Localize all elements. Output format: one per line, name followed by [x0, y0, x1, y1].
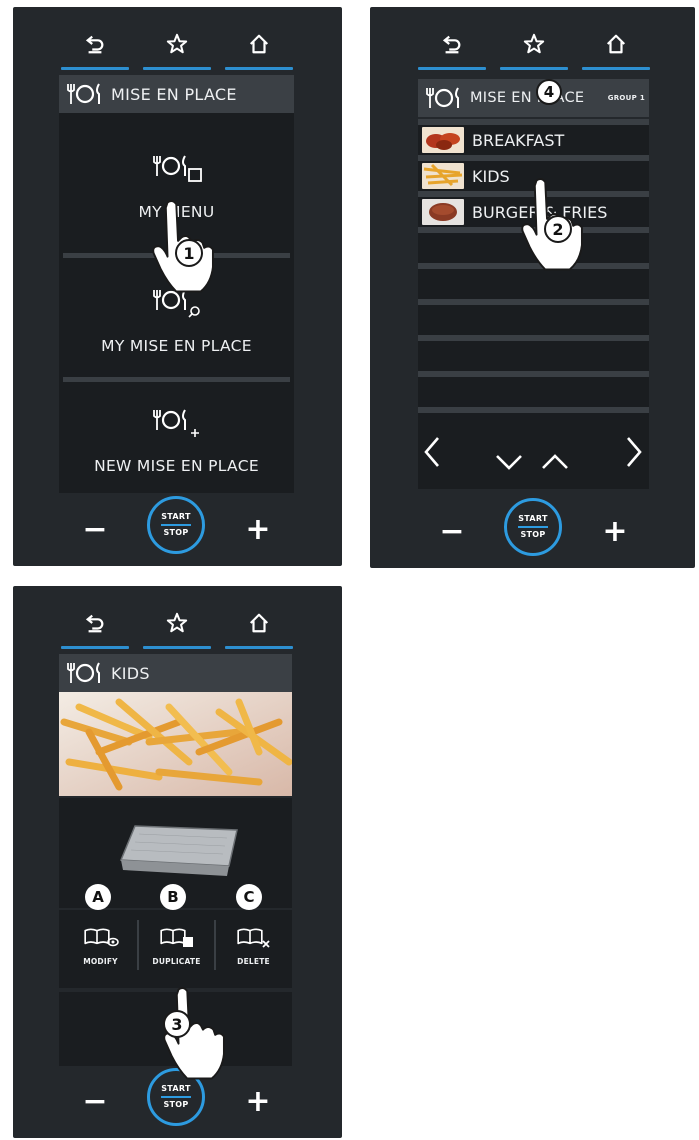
star-icon — [523, 33, 545, 55]
group-label: GROUP 1 — [607, 94, 645, 102]
fries-image — [59, 692, 292, 796]
plate-cutlery-icon — [65, 658, 105, 688]
screen-mise-en-place-menu: MISE EN PLACE MY MENU MY MISE EN PLACE N… — [13, 7, 342, 566]
add-mise-icon — [152, 408, 199, 437]
back-arrow-icon — [441, 33, 463, 55]
modify-button[interactable]: MODIFY — [63, 910, 138, 982]
start-stop-divider — [161, 1096, 191, 1098]
star-icon — [166, 33, 188, 55]
list-item-label: BREAKFAST — [472, 130, 565, 150]
back-button[interactable] — [61, 600, 129, 649]
home-button[interactable] — [225, 600, 293, 649]
step-badge: 1 — [175, 239, 203, 267]
plus-button[interactable]: + — [238, 509, 278, 549]
minus-button[interactable]: − — [75, 1081, 115, 1121]
list-separator — [418, 335, 649, 341]
home-button[interactable] — [225, 21, 293, 70]
screen-mise-en-place-list: MISE EN PLACE GROUP 1 BREAKFAST KIDS BUR… — [370, 7, 695, 568]
favorites-button[interactable] — [143, 21, 211, 70]
home-icon — [248, 33, 270, 55]
list-item[interactable]: BREAKFAST — [418, 125, 649, 155]
action-label: DELETE — [237, 956, 270, 966]
previous-page-arrow-icon[interactable] — [422, 435, 442, 469]
screen-kids-detail: KIDS A B C MODIFY DUPLICATE DELETE − STA… — [13, 586, 342, 1138]
list-item-label: KIDS — [472, 166, 510, 186]
plate-cutlery-icon — [424, 83, 464, 113]
book-copy-icon — [159, 927, 193, 947]
start-stop-button[interactable]: START STOP — [504, 498, 562, 556]
home-button[interactable] — [582, 21, 650, 70]
plus-button[interactable]: + — [595, 511, 635, 551]
scroll-up-arrow-icon[interactable] — [540, 453, 570, 471]
bottom-controls: − START STOP + — [13, 491, 342, 566]
back-button[interactable] — [418, 21, 486, 70]
step-badge: 2 — [544, 215, 572, 243]
menu-panel: MY MENU MY MISE EN PLACE NEW MISE EN PLA… — [59, 113, 294, 493]
start-stop-divider — [518, 526, 548, 528]
start-label: START — [161, 512, 191, 521]
start-label: START — [161, 1084, 191, 1093]
minus-button[interactable]: − — [432, 511, 472, 551]
action-label: MODIFY — [83, 956, 118, 966]
stop-label: STOP — [163, 1100, 189, 1109]
menu-book-icon — [152, 154, 202, 182]
fries-thumb — [422, 163, 464, 189]
book-delete-icon — [236, 927, 270, 948]
step-badge: 3 — [163, 1010, 191, 1038]
stop-label: STOP — [520, 530, 546, 539]
start-label: START — [518, 514, 548, 523]
plus-button[interactable]: + — [238, 1081, 278, 1121]
stop-label: STOP — [163, 528, 189, 537]
divider — [63, 377, 290, 382]
back-arrow-icon — [84, 612, 106, 634]
page-title: MISE EN PLACE — [111, 84, 237, 104]
callout-letter: A — [85, 884, 111, 910]
breakfast-thumb — [422, 127, 464, 153]
list-separator — [418, 371, 649, 377]
list-separator — [418, 407, 649, 413]
plate-cutlery-icon — [65, 79, 105, 109]
next-page-arrow-icon[interactable] — [624, 435, 644, 469]
start-stop-button[interactable]: START STOP — [147, 496, 205, 554]
duplicate-button[interactable]: DUPLICATE — [139, 910, 214, 982]
scroll-down-arrow-icon[interactable] — [494, 453, 524, 471]
menu-item-new-mise-en-place[interactable]: NEW MISE EN PLACE — [59, 401, 294, 475]
callout-letter: C — [236, 884, 262, 910]
start-stop-divider — [161, 524, 191, 526]
favorites-button[interactable] — [143, 600, 211, 649]
back-arrow-icon — [84, 33, 106, 55]
home-icon — [605, 33, 627, 55]
top-nav — [13, 7, 342, 70]
title-bar: MISE EN PLACE — [59, 75, 294, 113]
callout-letter: B — [160, 884, 186, 910]
favorites-button[interactable] — [500, 21, 568, 70]
home-icon — [248, 612, 270, 634]
list-separator — [418, 299, 649, 305]
top-nav — [13, 586, 342, 649]
actions-panel: MODIFY DUPLICATE DELETE — [59, 910, 292, 988]
page-title: KIDS — [111, 663, 150, 683]
star-icon — [166, 612, 188, 634]
action-label: DUPLICATE — [152, 956, 201, 966]
top-nav — [370, 7, 695, 70]
menu-item-label: NEW MISE EN PLACE — [94, 457, 259, 475]
minus-button[interactable]: − — [75, 509, 115, 549]
menu-item-label: MY MISE EN PLACE — [101, 337, 252, 355]
burger-thumb — [422, 199, 464, 225]
book-eye-icon — [83, 927, 119, 946]
step-badge: 4 — [536, 79, 562, 105]
baking-tray-icon — [119, 825, 238, 876]
title-bar: MISE EN PLACE GROUP 1 — [418, 79, 649, 117]
delete-button[interactable]: DELETE — [216, 910, 291, 982]
title-bar: KIDS — [59, 654, 292, 692]
page-title: MISE EN PLACE — [470, 90, 585, 106]
back-button[interactable] — [61, 21, 129, 70]
bottom-controls: − START STOP + — [370, 493, 695, 568]
